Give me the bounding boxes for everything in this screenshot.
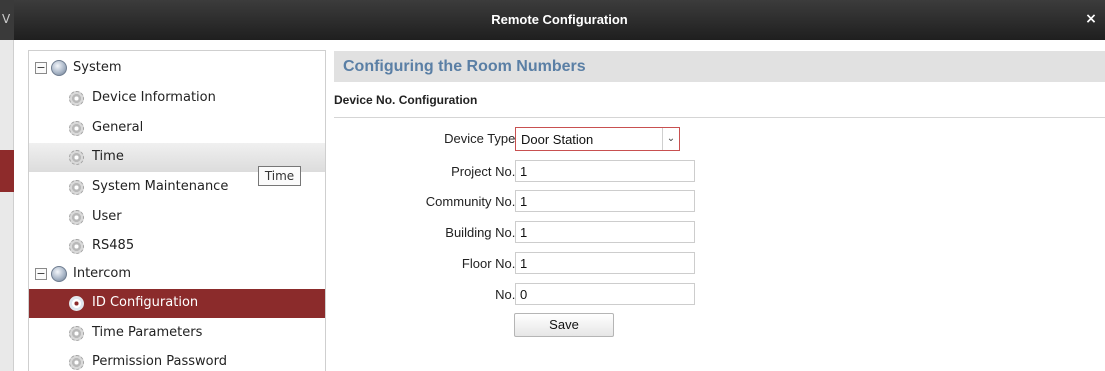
title-bar[interactable]: Remote Configuration × <box>14 0 1105 40</box>
close-icon[interactable]: × <box>1083 11 1099 27</box>
background-text: V <box>2 12 11 26</box>
tree-item-user[interactable]: User <box>29 203 325 232</box>
gear-icon <box>69 91 84 106</box>
field-row-project-no: Project No.: <box>334 160 834 182</box>
section-header: Configuring the Room Numbers <box>334 51 1105 82</box>
gear-icon <box>69 326 84 341</box>
tree-item-general[interactable]: General <box>29 114 325 143</box>
select-value: Door Station <box>521 132 594 147</box>
config-tree: − System Device Information General Time… <box>28 50 326 371</box>
tree-item-label: Device Information <box>92 90 216 105</box>
field-row-community-no: Community No.: <box>334 190 834 212</box>
field-label: Building No.: <box>445 225 519 240</box>
project-no-field[interactable] <box>515 160 695 182</box>
tree-item-label: Time <box>92 149 124 164</box>
tree-item-label: Permission Password <box>92 354 227 369</box>
field-label: Device Type: <box>444 131 519 146</box>
background-highlight <box>0 150 14 192</box>
field-row-no: No.: <box>334 283 834 305</box>
subheading: Device No. Configuration <box>334 93 478 107</box>
no-field[interactable] <box>515 283 695 305</box>
device-type-select[interactable]: Door Station ⌄ <box>515 127 680 151</box>
gear-icon <box>69 210 84 225</box>
gear-icon <box>69 180 84 195</box>
tree-group-label: Intercom <box>73 266 131 281</box>
tree-item-label: Time Parameters <box>92 325 203 340</box>
field-row-floor-no: Floor No.: <box>334 252 834 274</box>
community-no-field[interactable] <box>515 190 695 212</box>
chevron-down-icon[interactable]: ⌄ <box>662 128 679 150</box>
tree-item-label: RS485 <box>92 238 135 253</box>
gear-icon <box>69 239 84 254</box>
tree-item-label: ID Configuration <box>92 295 199 310</box>
tree-item-label: System Maintenance <box>92 179 229 194</box>
remote-configuration-dialog: Remote Configuration × − System Device I… <box>14 0 1105 371</box>
field-label: Floor No.: <box>461 256 519 271</box>
save-button[interactable]: Save <box>514 313 614 337</box>
field-label: Project No.: <box>451 164 519 179</box>
field-row-device-type: Device Type: Door Station ⌄ <box>334 127 834 151</box>
gear-globe-icon <box>51 266 67 282</box>
tree-item-label: General <box>92 120 144 135</box>
gear-globe-icon <box>51 60 67 76</box>
tree-item-time-parameters[interactable]: Time Parameters <box>29 319 325 348</box>
tree-group-label: System <box>73 60 122 75</box>
tree-group-intercom[interactable]: − Intercom <box>29 260 325 289</box>
floor-no-field[interactable] <box>515 252 695 274</box>
tree-item-device-information[interactable]: Device Information <box>29 84 325 113</box>
gear-icon <box>69 355 84 370</box>
background-app-strip: V <box>0 0 14 371</box>
gear-icon <box>69 121 84 136</box>
page-title: Configuring the Room Numbers <box>343 58 586 75</box>
tree-item-label: User <box>92 209 122 224</box>
gear-icon <box>69 150 84 165</box>
divider <box>334 117 1105 118</box>
field-label: Community No.: <box>425 194 519 209</box>
gear-icon <box>69 296 84 311</box>
tree-group-system[interactable]: − System <box>29 54 325 83</box>
field-row-building-no: Building No.: <box>334 221 834 243</box>
dialog-title: Remote Configuration <box>491 12 628 27</box>
collapse-icon[interactable]: − <box>35 62 47 74</box>
tooltip: Time <box>258 166 301 186</box>
tree-item-permission-password[interactable]: Permission Password <box>29 348 325 371</box>
collapse-icon[interactable]: − <box>35 268 47 280</box>
tree-item-rs485[interactable]: RS485 <box>29 232 325 261</box>
building-no-field[interactable] <box>515 221 695 243</box>
tree-item-id-configuration[interactable]: ID Configuration <box>29 289 325 318</box>
